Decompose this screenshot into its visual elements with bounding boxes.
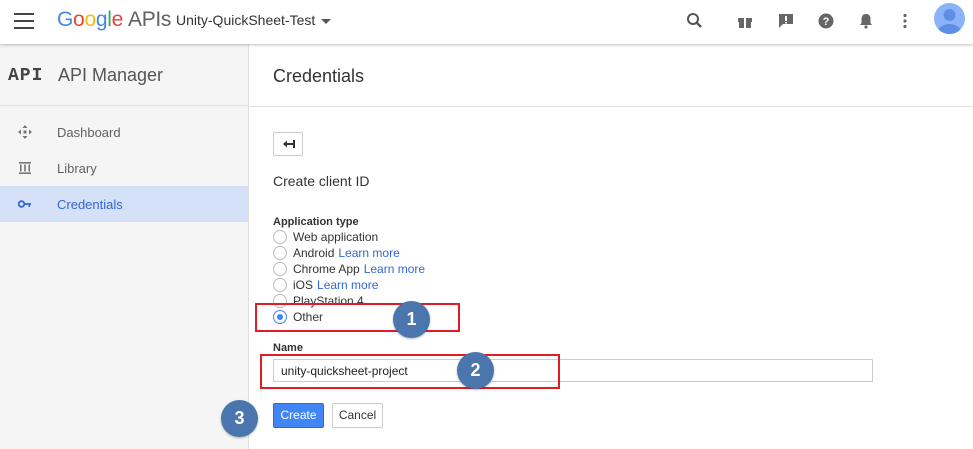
account-icon xyxy=(937,9,962,34)
svg-text:?: ? xyxy=(823,16,830,28)
radio-label: Chrome App xyxy=(293,262,360,276)
form-title: Create client ID xyxy=(273,173,370,189)
notifications-icon[interactable] xyxy=(856,11,876,31)
back-button[interactable] xyxy=(273,132,303,156)
step-badge-1: 1 xyxy=(393,301,430,338)
cancel-button[interactable]: Cancel xyxy=(332,403,383,428)
radio-android[interactable]: Android Learn more xyxy=(273,245,400,261)
sidebar-item-label: Dashboard xyxy=(57,125,121,140)
api-mark-icon: API xyxy=(8,66,44,86)
caret-down-icon xyxy=(321,18,332,24)
top-app-bar: Google APIs Unity-QuickSheet-Test ? xyxy=(0,0,973,44)
learn-more-link[interactable]: Learn more xyxy=(338,246,399,260)
avatar[interactable] xyxy=(934,3,965,34)
dashboard-icon xyxy=(18,125,32,139)
project-name: Unity-QuickSheet-Test xyxy=(176,12,316,28)
library-icon xyxy=(19,162,31,174)
sidebar-item-dashboard[interactable]: Dashboard xyxy=(0,114,248,150)
google-apis-logo[interactable]: Google APIs xyxy=(57,8,171,32)
create-button[interactable]: Create xyxy=(273,403,324,428)
sidebar-item-credentials[interactable]: Credentials xyxy=(0,186,248,222)
sidebar-header: API API Manager xyxy=(0,44,248,106)
menu-icon[interactable] xyxy=(14,13,34,29)
help-icon[interactable]: ? xyxy=(816,11,836,31)
sidebar-title: API Manager xyxy=(58,65,164,85)
radio-label: Web application xyxy=(293,230,379,244)
project-selector[interactable]: Unity-QuickSheet-Test xyxy=(176,12,332,28)
application-type-label: Application type xyxy=(273,216,359,228)
radio-button[interactable] xyxy=(273,246,287,260)
radio-button[interactable] xyxy=(273,230,287,244)
logo-google: Google xyxy=(57,8,123,31)
gift-icon[interactable] xyxy=(735,11,755,31)
more-vert-icon[interactable] xyxy=(895,11,915,31)
page-header: Credentials xyxy=(250,44,973,107)
page-title: Credentials xyxy=(273,66,365,86)
sidebar-item-label: Library xyxy=(57,161,97,176)
radio-button[interactable] xyxy=(273,278,287,292)
name-label: Name xyxy=(273,342,303,354)
learn-more-link[interactable]: Learn more xyxy=(317,278,378,292)
learn-more-link[interactable]: Learn more xyxy=(364,262,425,276)
highlight-box-name xyxy=(260,354,560,389)
sidebar-nav: Dashboard Library Credentials xyxy=(0,106,248,222)
sidebar-item-library[interactable]: Library xyxy=(0,150,248,186)
radio-label: iOS xyxy=(293,278,314,292)
radio-button[interactable] xyxy=(273,262,287,276)
sidebar-item-label: Credentials xyxy=(57,197,123,212)
step-badge-3: 3 xyxy=(221,400,258,437)
back-arrow-icon xyxy=(283,140,295,148)
radio-chrome-app[interactable]: Chrome App Learn more xyxy=(273,261,425,277)
sidebar: API API Manager Dashboard Library Creden… xyxy=(0,44,249,449)
step-badge-2: 2 xyxy=(457,352,494,389)
key-icon xyxy=(17,200,31,208)
radio-label: Android xyxy=(293,246,335,260)
search-icon[interactable] xyxy=(685,11,705,31)
feedback-icon[interactable] xyxy=(776,11,796,31)
radio-ios[interactable]: iOS Learn more xyxy=(273,277,378,293)
radio-web-application[interactable]: Web application xyxy=(273,229,378,245)
logo-apis: APIs xyxy=(127,8,172,31)
